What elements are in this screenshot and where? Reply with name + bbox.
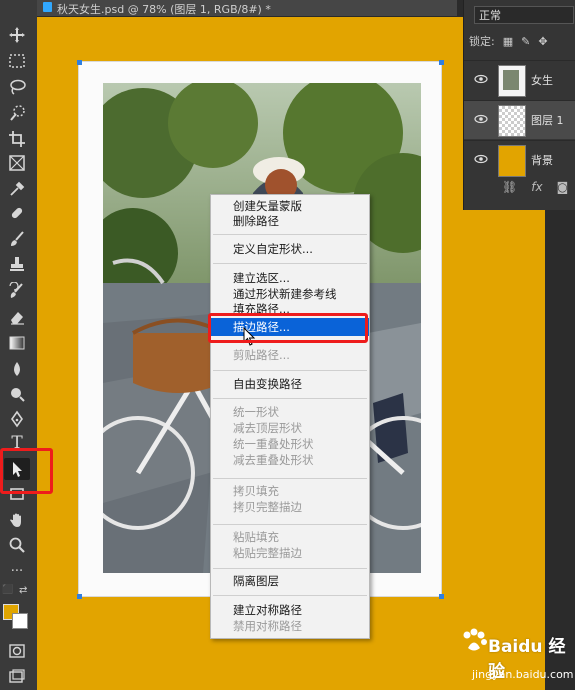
move-tool-icon[interactable] [4,24,30,46]
default-colors-icon[interactable]: ⬛ [2,585,13,595]
blur-tool-icon[interactable] [4,358,30,380]
quick-select-tool-icon[interactable] [4,102,30,124]
eye-icon[interactable] [474,112,488,126]
layer-actions-row: ⛓ fx ◙ [464,176,575,198]
eraser-tool-icon[interactable] [4,306,30,328]
pen-tool-icon[interactable] [4,408,30,430]
layer-row-girl[interactable]: 女生 [464,60,575,99]
menu-item-define-custom-shape[interactable]: 定义自定形状... [211,242,369,257]
highlight-box-path-selection-tool [0,448,53,494]
path-anchor-bottom-left[interactable] [77,594,82,599]
menu-separator [213,398,367,399]
menu-separator [213,524,367,525]
baidu-paw-icon [463,628,487,651]
eyedropper-tool-icon[interactable] [4,178,30,200]
menu-separator [213,234,367,235]
menu-item-disable-symmetry-path: 禁用对称路径 [233,619,302,633]
layer-thumbnail [498,145,526,177]
document-tab[interactable]: 秋天女生.psd @ 78% (图层 1, RGB/8#) * [37,0,457,17]
toolbar: T ··· ⬛ ⇄ [0,0,38,690]
zoom-tool-icon[interactable] [4,534,30,556]
menu-separator [213,370,367,371]
path-anchor-top-right[interactable] [439,60,444,65]
layer-name: 背景 [531,154,553,167]
fx-button[interactable]: fx [531,180,542,194]
menu-item-paste-complete-stroke: 粘贴完整描边 [233,546,302,560]
brush-tool-icon[interactable] [4,228,30,250]
menu-item-copy-fill: 拷贝填充 [233,484,279,498]
layer-thumbnail [498,105,526,137]
eye-icon[interactable] [474,152,488,166]
layer-name: 图层 1 [531,114,564,127]
menu-item-new-guides-from-shape[interactable]: 通过形状新建参考线 [211,287,369,302]
blend-mode-select[interactable]: 正常 [474,6,574,24]
layer-name: 女生 [531,74,553,87]
menu-item-delete-path[interactable]: 删除路径 [211,214,369,229]
menu-item-isolate-layers[interactable]: 隔离图层 [211,574,369,589]
context-menu: 创建矢量蒙版 删除路径 定义自定形状... 建立选区... 通过形状新建参考线 … [210,194,370,639]
menu-item-copy-complete-stroke: 拷贝完整描边 [233,500,302,514]
document-title: 秋天女生.psd @ 78% (图层 1, RGB/8#) * [57,3,271,16]
lock-row: 锁定: ▦ ✎ ✥ [469,32,575,50]
gradient-tool-icon[interactable] [4,332,30,354]
lock-position-icon[interactable]: ✥ [538,35,547,48]
add-mask-icon[interactable]: ◙ [557,180,569,194]
menu-item-subtract-front-shape: 减去顶层形状 [233,421,302,435]
menu-separator [213,568,367,569]
healing-brush-tool-icon[interactable] [4,202,30,224]
menu-item-make-symmetry-path[interactable]: 建立对称路径 [211,603,369,618]
layers-panel: 正常 锁定: ▦ ✎ ✥ 女生 图层 1 背景 ⛓ fx ◙ [463,0,575,210]
menu-item-subtract-at-overlap: 减去重叠处形状 [233,453,314,467]
menu-separator [213,478,367,479]
menu-item-unite-shapes: 统一形状 [233,405,279,419]
layer-row-layer-1[interactable]: 图层 1 [464,100,575,139]
menu-item-clipping-path: 剪贴路径... [233,348,290,362]
layer-thumbnail [498,65,526,97]
swap-colors-icon[interactable]: ⇄ [19,585,27,596]
quick-mask-icon[interactable] [4,640,30,662]
lock-transparent-icon[interactable]: ▦ [503,35,513,48]
path-anchor-top-left[interactable] [77,60,82,65]
link-layers-icon[interactable]: ⛓ [502,180,517,194]
clone-stamp-tool-icon[interactable] [4,253,30,275]
history-brush-tool-icon[interactable] [4,280,30,302]
baidu-jingyan-watermark: Baidu 经验 jingyan.baidu.com [448,622,575,690]
highlight-box-stroke-path [208,313,368,343]
more-tools-icon[interactable]: ··· [4,560,30,582]
frame-tool-icon[interactable] [4,152,30,174]
menu-item-paste-fill: 粘贴填充 [233,530,279,544]
menu-item-make-selection[interactable]: 建立选区... [211,271,369,286]
lock-paint-icon[interactable]: ✎ [521,35,530,48]
ps-file-icon [43,2,52,12]
menu-separator [213,595,367,596]
layer-row-background[interactable]: 背景 [464,140,575,179]
screen-mode-icon[interactable] [4,666,30,688]
menu-separator [213,263,367,264]
hand-tool-icon[interactable] [4,509,30,531]
lock-label: 锁定: [469,35,495,48]
menu-item-create-vector-mask[interactable]: 创建矢量蒙版 [211,199,369,214]
background-color-swatch[interactable] [12,613,28,629]
menu-item-free-transform-path[interactable]: 自由变换路径 [211,377,369,392]
path-anchor-bottom-right[interactable] [439,594,444,599]
crop-tool-icon[interactable] [4,128,30,150]
menu-item-unite-at-overlap: 统一重叠处形状 [233,437,314,451]
marquee-tool-icon[interactable] [4,50,30,72]
lasso-tool-icon[interactable] [4,76,30,98]
eye-icon[interactable] [474,72,488,86]
watermark-url: jingyan.baidu.com [472,668,574,681]
dodge-tool-icon[interactable] [4,383,30,405]
